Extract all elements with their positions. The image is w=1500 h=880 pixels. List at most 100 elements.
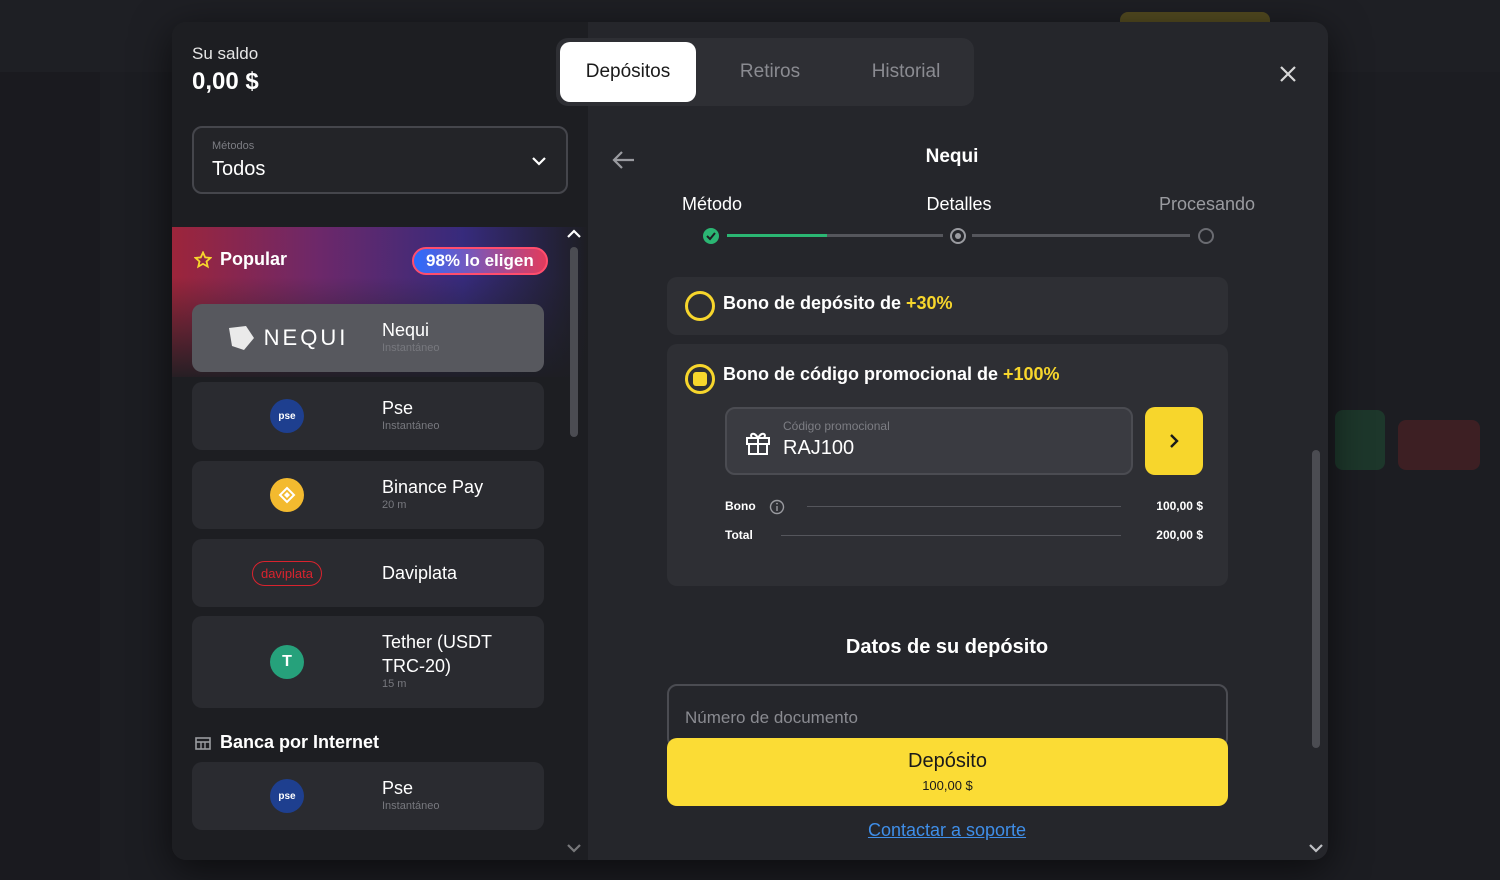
method-item-daviplata[interactable]: daviplata Daviplata xyxy=(192,539,544,607)
bonus-deposit-pct: +30% xyxy=(906,293,953,313)
close-icon[interactable] xyxy=(1276,62,1300,86)
nequi-logo-text: NEQUI xyxy=(263,325,349,350)
tab-bar: Depósitos Retiros Historial xyxy=(556,38,974,106)
method-item-pse-internet[interactable]: pse Pse Instantáneo xyxy=(192,762,544,830)
methods-filter-value: Todos xyxy=(212,158,266,180)
bonus-deposit-label: Bono de depósito de xyxy=(723,293,906,313)
method-eta: 20 m xyxy=(382,499,407,511)
check-icon xyxy=(703,228,719,244)
internet-banking-heading: Banca por Internet xyxy=(194,732,379,753)
bonus-promo-label: Bono de código promocional de xyxy=(723,364,1004,384)
summary-total-row: Total 200,00 $ xyxy=(725,526,1203,546)
daviplata-logo-text: daviplata xyxy=(251,560,323,586)
method-eta: 15 m xyxy=(382,678,407,690)
method-eta: Instantáneo xyxy=(382,800,440,812)
methods-filter-label: Métodos xyxy=(212,140,255,152)
deposit-button[interactable]: Depósito 100,00 $ xyxy=(667,738,1228,806)
methods-filter-select[interactable]: Métodos Todos xyxy=(192,126,568,194)
apply-promo-button[interactable] xyxy=(1145,407,1203,475)
method-name: Binance Pay xyxy=(382,477,484,497)
method-name: Daviplata xyxy=(382,563,458,583)
scroll-up-chevron-icon[interactable] xyxy=(565,225,583,243)
bonus-promo-radio[interactable] xyxy=(685,364,715,394)
popular-badge: 98% lo eligen xyxy=(412,247,548,275)
step-detalles-label: Detalles xyxy=(926,194,992,214)
method-item-pse[interactable]: pse Pse Instantáneo xyxy=(192,382,544,450)
daviplata-logo: daviplata xyxy=(192,539,382,607)
popular-title: Popular xyxy=(220,249,288,269)
summary-bonus-label: Bono xyxy=(725,499,756,513)
background-sidebar xyxy=(0,72,100,880)
promo-code-input[interactable]: Código promocional RAJ100 xyxy=(725,407,1133,475)
tab-retiros[interactable]: Retiros xyxy=(702,42,838,102)
detail-title: Nequi xyxy=(925,146,979,167)
step-pending-dot xyxy=(1198,228,1214,244)
pse-logo: pse xyxy=(192,762,382,830)
summary-total-label: Total xyxy=(725,528,753,542)
binance-diamond xyxy=(278,486,296,504)
binance-icon xyxy=(270,478,304,512)
step-current-dot xyxy=(950,228,966,244)
scroll-down-chevron-icon[interactable] xyxy=(565,839,583,857)
method-name: Tether (USDT TRC-20) xyxy=(382,632,492,676)
chevron-down-icon xyxy=(532,157,546,166)
pse-logo: pse xyxy=(192,382,382,450)
tether-logo: T xyxy=(192,616,382,708)
balance-label: Su saldo xyxy=(192,44,259,63)
bonus-deposit-radio[interactable] xyxy=(685,291,715,321)
stepper-line-2 xyxy=(972,234,1190,237)
deposit-button-amount: 100,00 $ xyxy=(922,778,973,793)
tab-historial[interactable]: Historial xyxy=(838,42,974,102)
internet-banking-title: Banca por Internet xyxy=(220,732,380,752)
method-item-tether[interactable]: T Tether (USDT TRC-20) 15 m xyxy=(192,616,544,708)
method-item-binance-pay[interactable]: Binance Pay 20 m xyxy=(192,461,544,529)
summary-total-value: 200,00 $ xyxy=(1156,528,1203,542)
deposit-modal: Su saldo 0,00 $ Métodos Todos Popular 98… xyxy=(172,22,1328,860)
method-eta: Instantáneo xyxy=(382,420,440,432)
nequi-mark xyxy=(228,326,254,350)
star-icon xyxy=(194,250,212,268)
summary-bonus-row: Bono 100,00 $ xyxy=(725,497,1203,517)
bonus-promo-option: Bono de código promocional de +100% Códi… xyxy=(667,344,1228,586)
method-name: Pse xyxy=(382,778,414,798)
tab-depositos[interactable]: Depósitos xyxy=(560,42,696,102)
info-icon[interactable] xyxy=(769,499,785,515)
methods-panel: Su saldo 0,00 $ Métodos Todos Popular 98… xyxy=(172,22,588,860)
summary-divider xyxy=(781,535,1121,536)
deposit-button-label: Depósito xyxy=(908,750,987,772)
step-metodo-label: Método xyxy=(681,194,743,214)
popular-heading: Popular xyxy=(194,249,287,270)
bonus-deposit-text: Bono de depósito de +30% xyxy=(723,293,953,314)
methods-list: Popular 98% lo eligen NEQUI Nequi Instan… xyxy=(172,227,588,860)
chevron-right-icon xyxy=(1170,434,1179,448)
method-name: Pse xyxy=(382,398,414,418)
binance-logo xyxy=(192,461,382,529)
bonus-deposit-option[interactable]: Bono de depósito de +30% xyxy=(667,277,1228,335)
pse-logo-mark: pse xyxy=(270,779,304,813)
step-procesando-label: Procesando xyxy=(1158,194,1256,214)
methods-scrollbar[interactable] xyxy=(570,247,578,437)
background-down-button xyxy=(1398,420,1480,470)
stepper-progress xyxy=(727,234,827,237)
balance-value: 0,00 $ xyxy=(192,68,259,95)
background-up-button xyxy=(1335,410,1385,470)
bonus-promo-pct: +100% xyxy=(1003,364,1060,384)
pse-logo-mark: pse xyxy=(270,399,304,433)
bank-icon xyxy=(195,736,211,750)
scroll-down-chevron-icon[interactable] xyxy=(1306,838,1326,858)
promo-code-label: Código promocional xyxy=(783,419,890,433)
tether-icon: T xyxy=(270,645,304,679)
summary-divider xyxy=(807,506,1121,507)
contact-support-link[interactable]: Contactar a soporte xyxy=(772,820,1122,841)
deposit-data-title: Datos de su depósito xyxy=(845,636,1049,658)
gift-icon xyxy=(746,432,770,455)
document-number-input[interactable] xyxy=(685,708,1185,728)
promo-code-value: RAJ100 xyxy=(783,437,855,459)
arrow-left-icon[interactable] xyxy=(610,148,638,172)
method-item-nequi[interactable]: NEQUI Nequi Instantáneo xyxy=(192,304,544,372)
detail-scrollbar[interactable] xyxy=(1312,450,1320,748)
nequi-logo: NEQUI xyxy=(192,304,382,372)
summary-bonus-value: 100,00 $ xyxy=(1156,499,1203,513)
method-eta: Instantáneo xyxy=(382,342,440,354)
method-name: Nequi xyxy=(382,320,430,340)
